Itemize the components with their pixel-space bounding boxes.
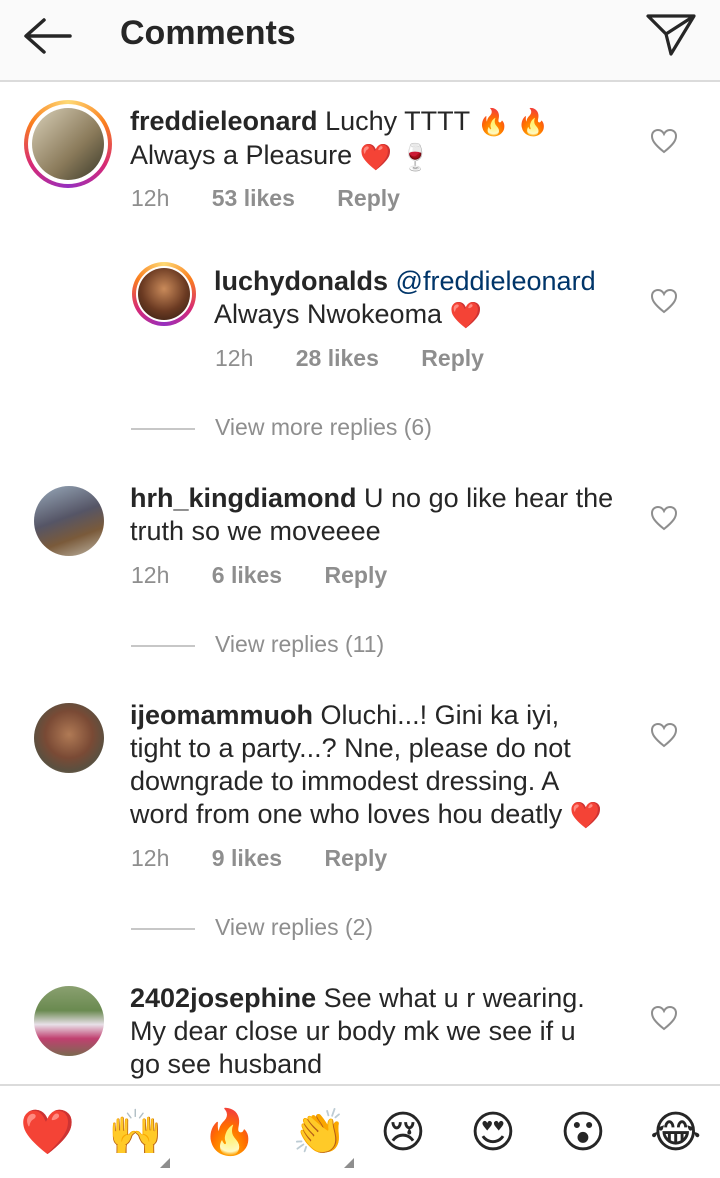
red-heart-icon: ❤️: [569, 800, 603, 831]
back-arrow-icon[interactable]: [18, 12, 78, 60]
view-more-label: View replies (11): [215, 631, 385, 657]
comment-time: 12h: [131, 845, 170, 871]
view-replies[interactable]: View replies (2): [131, 914, 373, 941]
comment-text: word from one who loves hou deatly: [130, 799, 563, 829]
skin-tone-indicator-icon: [344, 1158, 354, 1168]
send-icon[interactable]: [642, 8, 700, 60]
reply-button[interactable]: Reply: [421, 345, 484, 371]
page-title: Comments: [120, 14, 296, 52]
fire-emoji-button[interactable]: 🔥: [202, 1108, 257, 1158]
raising-hands-emoji-button[interactable]: 🙌: [108, 1108, 163, 1158]
comment-meta: 12h 53 likes Reply: [131, 185, 436, 212]
comment-text: Luchy TTTT: [325, 106, 470, 136]
story-ring[interactable]: [24, 100, 112, 188]
avatar: [138, 268, 190, 320]
like-heart-icon[interactable]: [650, 128, 678, 154]
fire-icon: 🔥 🔥: [477, 107, 550, 138]
likes-count[interactable]: 6 likes: [212, 562, 282, 588]
comment-meta: 12h 9 likes Reply: [131, 845, 423, 872]
emoji-quick-bar: ❤️ 🙌 🔥 👏 😢 😍 😮 😂: [0, 1084, 720, 1178]
view-more-label: View more replies (6): [215, 414, 432, 440]
heart-wine-icon: ❤️ 🍷: [359, 141, 432, 172]
comment-text: truth so we moveeee: [130, 516, 381, 546]
comment-username[interactable]: freddieleonard: [130, 106, 318, 136]
comment-time: 12h: [131, 185, 170, 211]
view-more-replies[interactable]: View more replies (6): [131, 414, 432, 441]
comment-text: Oluchi...! Gini ka iyi,: [320, 700, 560, 730]
comment-text: tight to a party...? Nne, please do not: [130, 733, 571, 763]
comment-text: My dear close ur body mk we see if u: [130, 1016, 576, 1046]
likes-count[interactable]: 9 likes: [212, 845, 282, 871]
mention-link[interactable]: @freddieleonard: [396, 266, 596, 296]
likes-count[interactable]: 53 likes: [212, 185, 295, 211]
surprised-face-emoji-button[interactable]: 😮: [560, 1108, 606, 1158]
comment-text: See what u r wearing.: [323, 983, 585, 1013]
divider: [131, 644, 195, 647]
like-heart-icon[interactable]: [650, 288, 678, 314]
red-heart-icon: ❤️: [449, 300, 482, 331]
clapping-hands-emoji-button[interactable]: 👏: [292, 1108, 347, 1158]
comment-text: downgrade to immodest dressing. A: [130, 766, 560, 796]
comment-username[interactable]: hrh_kingdiamond: [130, 483, 357, 513]
red-heart-emoji-button[interactable]: ❤️: [20, 1108, 75, 1158]
comment-time: 12h: [215, 345, 254, 371]
likes-count[interactable]: 28 likes: [296, 345, 379, 371]
divider: [131, 427, 195, 430]
avatar[interactable]: [34, 486, 104, 556]
reply-button[interactable]: Reply: [325, 845, 388, 871]
comment-meta: 12h 28 likes Reply: [215, 345, 520, 372]
heart-eyes-emoji-button[interactable]: 😍: [470, 1108, 516, 1158]
reply-button[interactable]: Reply: [325, 562, 388, 588]
comment-text: U no go like hear the: [364, 483, 614, 513]
crying-face-emoji-button[interactable]: 😢: [380, 1108, 426, 1158]
like-heart-icon[interactable]: [650, 505, 678, 531]
comment-username[interactable]: 2402josephine: [130, 983, 316, 1013]
view-more-label: View replies (2): [215, 914, 374, 940]
tears-of-joy-emoji-button[interactable]: 😂: [650, 1108, 701, 1158]
comment-text: go see husband: [130, 1049, 323, 1079]
like-heart-icon[interactable]: [650, 1005, 678, 1031]
avatar: [32, 108, 104, 180]
comment-username[interactable]: luchydonalds: [214, 266, 388, 296]
comment-time: 12h: [131, 562, 170, 588]
comment-text: Always a Pleasure: [130, 140, 353, 171]
like-heart-icon[interactable]: [650, 722, 678, 748]
comment-username[interactable]: ijeomammuoh: [130, 700, 313, 730]
skin-tone-indicator-icon: [160, 1158, 170, 1168]
avatar[interactable]: [34, 703, 104, 773]
comment-text: Always Nwokeoma: [214, 299, 443, 329]
avatar[interactable]: [34, 986, 104, 1056]
comment-meta: 12h 6 likes Reply: [131, 562, 423, 589]
divider: [131, 927, 195, 930]
reply-button[interactable]: Reply: [337, 185, 400, 211]
story-ring[interactable]: [132, 262, 196, 326]
view-replies[interactable]: View replies (11): [131, 631, 384, 658]
comments-header: Comments: [0, 0, 720, 82]
